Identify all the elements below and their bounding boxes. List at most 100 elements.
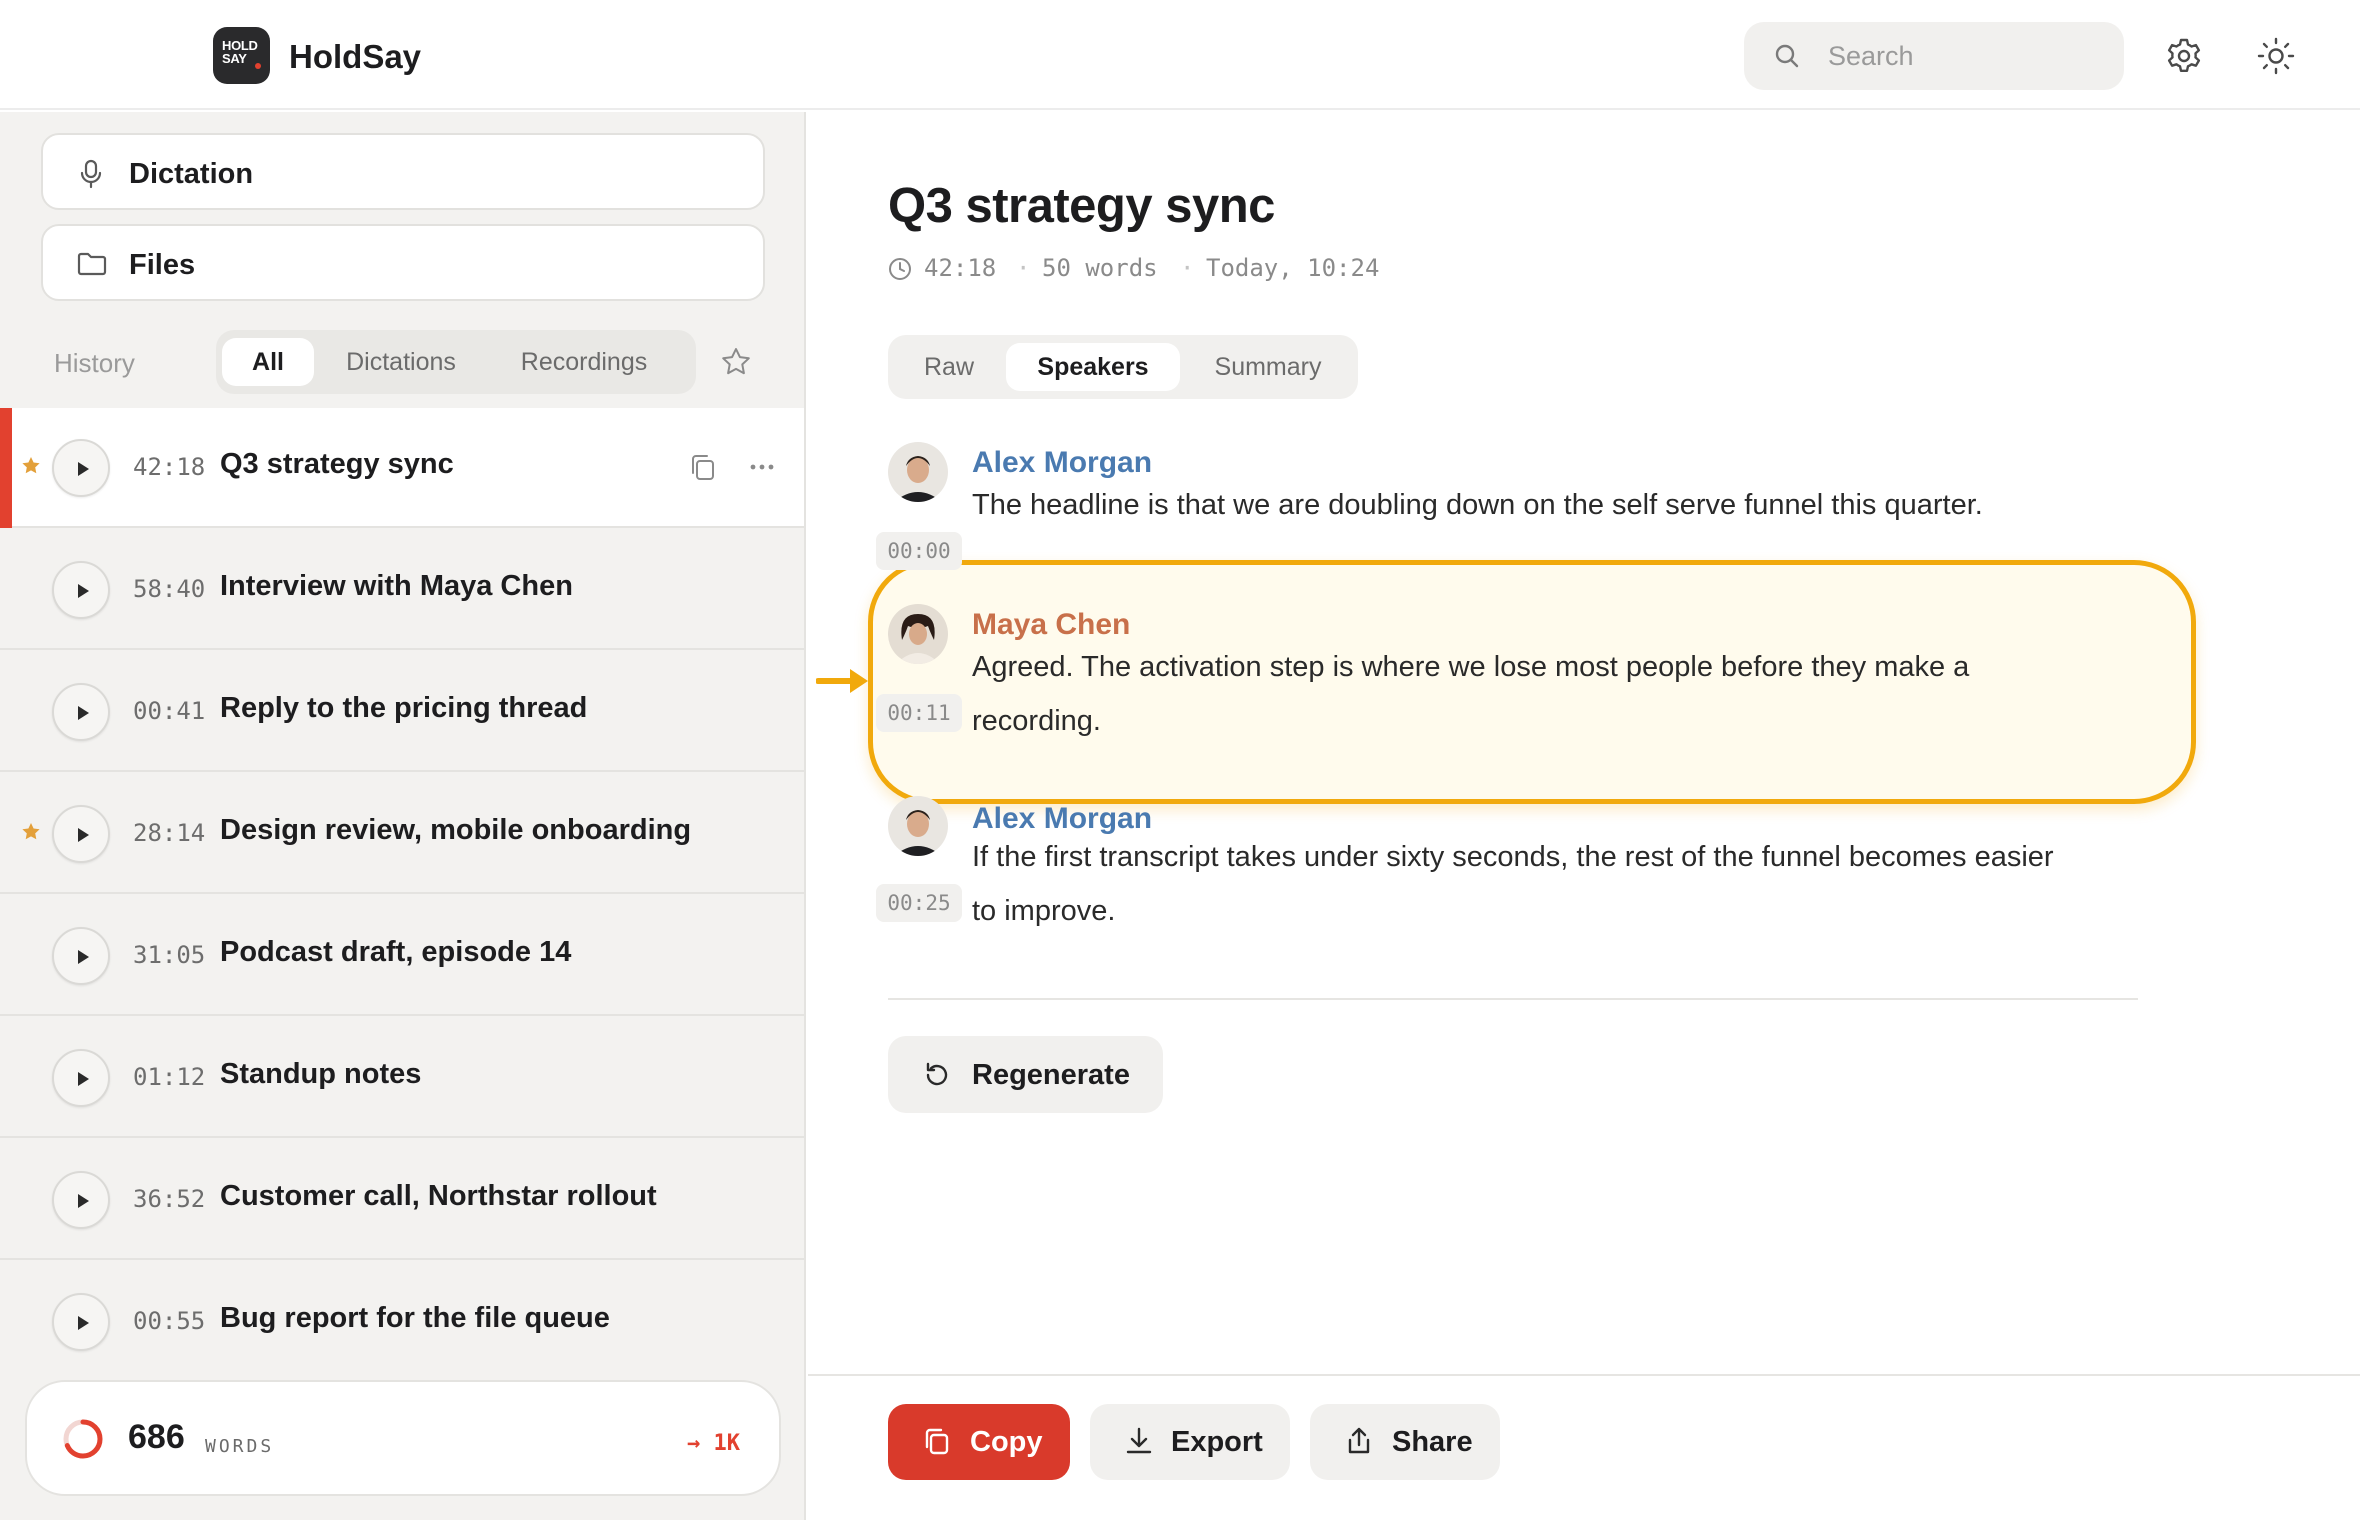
- search-box[interactable]: [1744, 22, 2124, 90]
- more-icon[interactable]: [747, 452, 777, 482]
- meta-separator: ·: [1180, 254, 1195, 282]
- play-icon: [78, 1194, 89, 1208]
- play-button[interactable]: [52, 805, 110, 863]
- tab-speakers[interactable]: Speakers: [1006, 343, 1180, 391]
- item-duration: 00:41: [133, 697, 206, 725]
- history-item[interactable]: 28:14 Design review, mobile onboarding: [0, 774, 804, 894]
- item-title: Design review, mobile onboarding: [220, 814, 692, 846]
- item-title: Q3 strategy sync: [220, 448, 454, 480]
- transcript-segment: 00:00 Alex Morgan The headline is that w…: [876, 442, 2188, 572]
- speaker-avatar-alex: [888, 442, 948, 502]
- segment-timestamp[interactable]: 00:11: [876, 694, 962, 732]
- play-icon: [78, 950, 89, 964]
- item-duration: 01:12: [133, 1063, 206, 1091]
- history-item[interactable]: 00:41 Reply to the pricing thread: [0, 652, 804, 772]
- regenerate-button[interactable]: Regenerate: [888, 1036, 1163, 1113]
- share-label: Share: [1392, 1426, 1473, 1458]
- progress-ring: [63, 1419, 103, 1459]
- utterance-text: Agreed. The activation step is where we …: [972, 651, 1970, 683]
- item-duration: 36:52: [133, 1185, 206, 1213]
- history-item[interactable]: 01:12 Standup notes: [0, 1018, 804, 1138]
- speaker-avatar-alex: [888, 796, 948, 856]
- filter-dictations[interactable]: Dictations: [328, 338, 474, 386]
- play-icon: [78, 584, 89, 598]
- files-label: Files: [129, 249, 196, 281]
- word-count: 686: [128, 1418, 185, 1456]
- history-item[interactable]: 42:18 Q3 strategy sync: [0, 408, 804, 528]
- history-item[interactable]: 58:40 Interview with Maya Chen: [0, 530, 804, 650]
- play-button[interactable]: [52, 1171, 110, 1229]
- tab-raw[interactable]: Raw: [896, 343, 1002, 391]
- divider: [888, 998, 2138, 1000]
- item-title: Reply to the pricing thread: [220, 692, 588, 724]
- item-title: Standup notes: [220, 1058, 422, 1090]
- star-icon: [22, 457, 40, 474]
- dictation-button[interactable]: Dictation: [41, 133, 765, 210]
- filter-all[interactable]: All: [222, 338, 314, 386]
- play-button[interactable]: [52, 683, 110, 741]
- play-icon: [78, 1072, 89, 1086]
- word-count-unit: WORDS: [205, 1436, 275, 1457]
- page-title: Q3 strategy sync: [888, 179, 1275, 233]
- search-icon: [1775, 44, 1799, 68]
- item-duration: 42:18: [133, 453, 206, 481]
- item-title: Bug report for the file queue: [220, 1302, 610, 1334]
- play-button[interactable]: [52, 1293, 110, 1351]
- history-item[interactable]: 36:52 Customer call, Northstar rollout: [0, 1140, 804, 1260]
- sidebar: Dictation Files History All Dictations R…: [0, 112, 806, 1520]
- utterance-text: The headline is that we are doubling dow…: [972, 489, 1983, 521]
- segment-timestamp[interactable]: 00:00: [876, 532, 962, 570]
- view-tabs: Raw Speakers Summary: [888, 335, 1358, 399]
- play-icon: [78, 1316, 89, 1330]
- item-title: Podcast draft, episode 14: [220, 936, 572, 968]
- item-title: Customer call, Northstar rollout: [220, 1180, 657, 1212]
- transcript-segment: 00:25 Alex Morgan If the first transcrip…: [876, 796, 2188, 966]
- history-item[interactable]: 31:05 Podcast draft, episode 14: [0, 896, 804, 1016]
- regenerate-label: Regenerate: [972, 1059, 1130, 1091]
- play-button[interactable]: [52, 561, 110, 619]
- utterance-text: to improve.: [972, 895, 1116, 927]
- search-input[interactable]: [1828, 36, 2098, 76]
- speaker-avatar-maya: [888, 604, 948, 664]
- play-button[interactable]: [52, 927, 110, 985]
- play-button[interactable]: [52, 439, 110, 497]
- copy-label: Copy: [970, 1426, 1043, 1458]
- meta-separator: ·: [1016, 254, 1031, 282]
- tab-summary[interactable]: Summary: [1186, 343, 1350, 391]
- speaker-name: Alex Morgan: [972, 446, 1153, 479]
- files-button[interactable]: Files: [41, 224, 765, 301]
- share-icon: [1348, 1427, 1370, 1454]
- app-header: HOLD SAY HoldSay: [0, 0, 2360, 110]
- star-filter-icon[interactable]: [720, 346, 752, 378]
- copy-icon: [925, 1428, 949, 1455]
- play-icon: [78, 462, 89, 476]
- item-title: Interview with Maya Chen: [220, 570, 573, 602]
- sun-icon[interactable]: [2256, 36, 2296, 76]
- play-button[interactable]: [52, 1049, 110, 1107]
- history-item[interactable]: 00:55 Bug report for the file queue: [0, 1262, 804, 1382]
- play-icon: [78, 828, 89, 842]
- word-goal: → 1K: [687, 1431, 740, 1456]
- export-label: Export: [1171, 1426, 1263, 1458]
- avatar: [888, 796, 948, 856]
- filter-recordings[interactable]: Recordings: [496, 338, 672, 386]
- copy-icon[interactable]: [688, 452, 718, 482]
- dictation-label: Dictation: [129, 158, 254, 190]
- microphone-icon: [80, 159, 102, 189]
- gear-icon[interactable]: [2164, 36, 2204, 76]
- export-button[interactable]: Export: [1090, 1404, 1290, 1480]
- transcript-segment-highlighted: 00:11 Maya Chen Agreed. The activation s…: [876, 604, 2188, 774]
- copy-button[interactable]: Copy: [888, 1404, 1070, 1480]
- app-name: HoldSay: [289, 38, 422, 75]
- meta-words: 50 words: [1042, 254, 1158, 282]
- item-duration: 00:55: [133, 1307, 206, 1335]
- history-filter: All Dictations Recordings: [216, 330, 696, 394]
- speaker-name: Maya Chen: [972, 608, 1131, 641]
- folder-icon: [77, 252, 107, 276]
- history-label: History: [54, 348, 135, 378]
- download-icon: [1126, 1427, 1152, 1454]
- share-button[interactable]: Share: [1310, 1404, 1500, 1480]
- segment-timestamp[interactable]: 00:25: [876, 884, 962, 922]
- avatar: [888, 604, 948, 664]
- clock-icon: [889, 258, 911, 280]
